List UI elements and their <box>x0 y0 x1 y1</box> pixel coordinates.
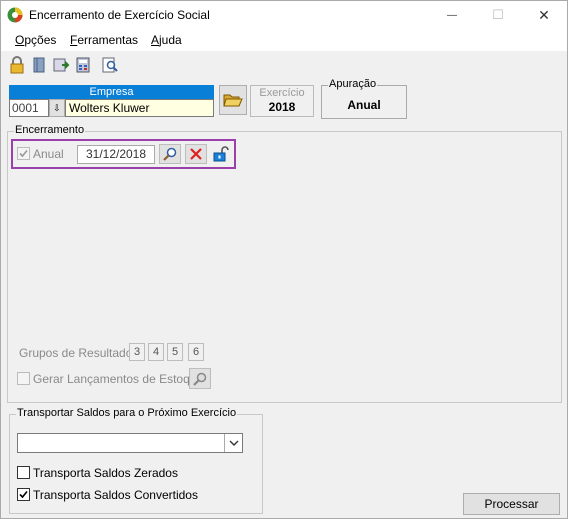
check-icon <box>19 490 28 499</box>
apuracao-label: Apuração <box>328 78 378 90</box>
open-folder-button[interactable] <box>219 85 247 115</box>
calculator-icon <box>76 57 90 73</box>
export-button[interactable] <box>52 56 72 76</box>
saldos-convertidos-label: Transporta Saldos Convertidos <box>33 488 198 502</box>
window: Encerramento de Exercício Social — ☐ ✕ O… <box>0 0 568 519</box>
empresa-name-field[interactable]: Wolters Kluwer <box>65 99 214 117</box>
minimize-icon: — <box>447 9 457 21</box>
empresa-lookup-button[interactable]: ⇩ <box>49 99 65 117</box>
menu-ferramentas[interactable]: Ferramentas <box>70 33 138 47</box>
exercicio-value: 2018 <box>268 100 296 114</box>
transportar-legend: Transportar Saldos para o Próximo Exercí… <box>16 407 238 419</box>
app-logo-icon <box>7 7 23 23</box>
unlock-icon <box>213 146 229 162</box>
date-field[interactable]: 31/12/2018 <box>77 145 155 164</box>
saldos-convertidos-checkbox[interactable] <box>17 488 30 501</box>
anual-label: Anual <box>33 147 64 161</box>
menu-ajuda[interactable]: Ajuda <box>151 33 182 47</box>
saldos-zerados-checkbox[interactable] <box>17 466 30 479</box>
calculator-button[interactable] <box>74 56 94 76</box>
chevron-down-icon <box>229 440 238 446</box>
saldos-zerados-label: Transporta Saldos Zerados <box>33 466 178 480</box>
close-button[interactable]: ✕ <box>521 1 567 29</box>
menu-ajuda-mnemonic: A <box>151 33 160 47</box>
book-button[interactable] <box>30 56 50 76</box>
anual-checkbox[interactable] <box>17 147 30 160</box>
preview-button[interactable] <box>101 56 121 76</box>
search-button[interactable] <box>159 144 181 164</box>
empresa-code-field[interactable]: 0001 <box>9 99 49 117</box>
title-bar: Encerramento de Exercício Social — ☐ ✕ <box>1 1 567 29</box>
book-icon <box>33 57 45 73</box>
grupo-box[interactable]: 4 <box>148 343 164 361</box>
window-title: Encerramento de Exercício Social <box>29 8 210 22</box>
magnifier-icon <box>193 372 207 386</box>
transportar-select[interactable] <box>17 433 243 453</box>
dropdown-button[interactable] <box>224 434 242 452</box>
menu-opcoes[interactable]: Opções <box>15 33 56 47</box>
toolbar <box>1 53 567 79</box>
empresa-header: Empresa <box>9 85 214 99</box>
grupo-box[interactable]: 5 <box>167 343 183 361</box>
magnifier-icon <box>163 147 177 161</box>
grupo-box[interactable]: 6 <box>188 343 204 361</box>
apuracao-value: Anual <box>347 98 381 112</box>
maximize-icon: ☐ <box>492 7 504 22</box>
minimize-button[interactable]: — <box>429 1 475 29</box>
exercicio-label: Exercício <box>259 87 305 99</box>
gerar-lancamentos-label: Gerar Lançamentos de Estoque <box>33 372 204 386</box>
preview-icon <box>102 57 118 73</box>
menu-opcoes-label: pções <box>24 33 57 47</box>
arrow-down-icon: ⇩ <box>53 103 61 113</box>
encerramento-group: Encerramento <box>7 124 562 403</box>
menu-bar: Opções Ferramentas Ajuda <box>1 29 567 51</box>
delete-button[interactable] <box>185 144 207 164</box>
encerramento-legend: Encerramento <box>14 124 86 136</box>
estoque-search-button[interactable] <box>189 368 211 389</box>
grupos-label: Grupos de Resultado: <box>19 346 136 360</box>
check-icon <box>19 149 28 158</box>
menu-opcoes-mnemonic: O <box>15 33 25 47</box>
export-icon <box>53 58 70 72</box>
lock-icon <box>10 56 24 74</box>
apuracao-group: Apuração Anual <box>321 78 407 119</box>
gerar-lancamentos-checkbox[interactable] <box>17 372 30 385</box>
exercicio-box: Exercício 2018 <box>250 85 314 117</box>
maximize-button[interactable]: ☐ <box>475 1 521 29</box>
processar-button[interactable]: Processar <box>463 493 560 515</box>
lock-button[interactable] <box>8 56 28 76</box>
delete-x-icon <box>190 148 202 160</box>
menu-ferramentas-label: erramentas <box>77 33 139 47</box>
unlock-button[interactable] <box>210 144 232 164</box>
folder-open-icon <box>223 94 243 107</box>
close-icon: ✕ <box>538 6 550 23</box>
grupo-box[interactable]: 3 <box>129 343 145 361</box>
menu-ajuda-label: juda <box>159 33 182 47</box>
